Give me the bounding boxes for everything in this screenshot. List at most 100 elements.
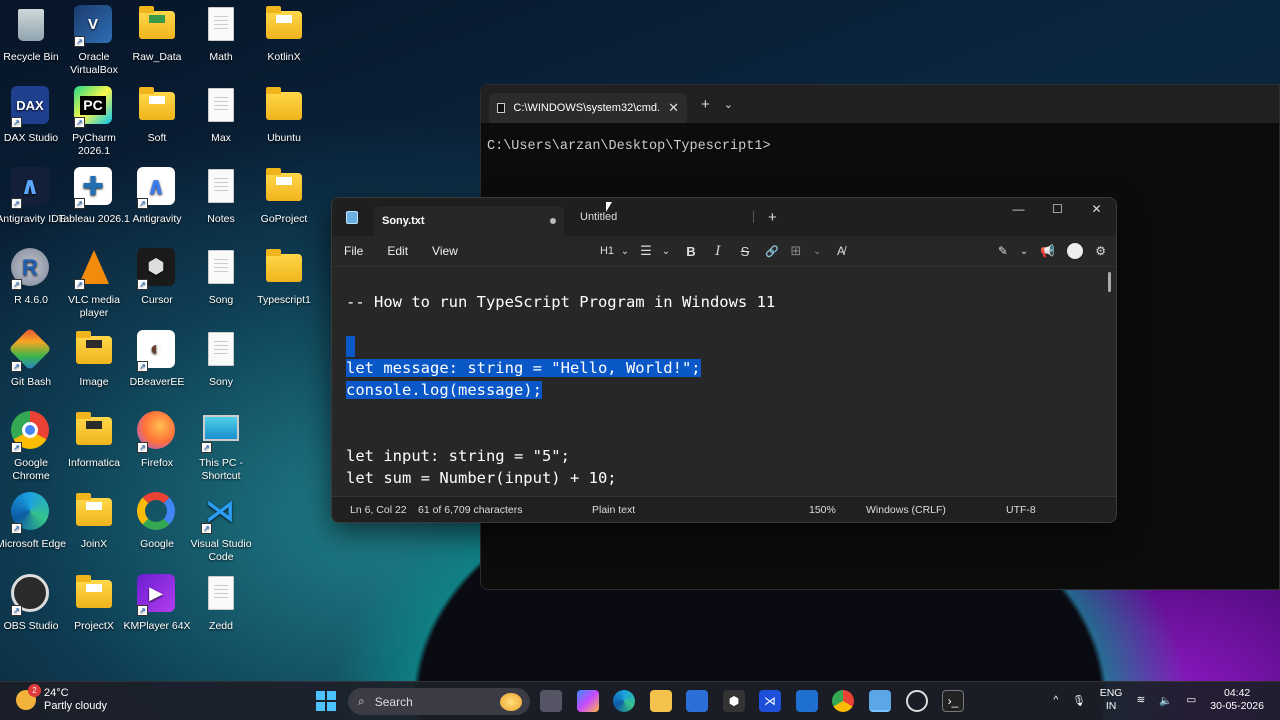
link-icon[interactable]: 🔗 bbox=[765, 240, 779, 262]
desktop-icon-typescript1[interactable]: Typescript1 bbox=[248, 248, 320, 324]
code-line-2: let message: string = "Hello, World!"; bbox=[346, 359, 701, 377]
weather-widget[interactable]: 2 24°C Partly cloudy bbox=[16, 684, 107, 713]
taskbar-search[interactable]: ⌕ Search bbox=[348, 688, 530, 715]
desktop-icon-zedd[interactable]: Zedd bbox=[185, 574, 257, 650]
desktop-icon-cursor[interactable]: ⬢ ↗ Cursor bbox=[121, 248, 193, 324]
desktop-icon-firefox[interactable]: ↗ Firefox bbox=[121, 411, 193, 487]
copilot-rewrite-icon[interactable]: ✎ bbox=[998, 244, 1008, 258]
desktop-icon-dbeaver[interactable]: ◐ ↗ DBeaverEE bbox=[121, 330, 193, 406]
tab-untitled[interactable]: Untitled bbox=[574, 211, 754, 223]
bold-icon[interactable]: B bbox=[671, 240, 711, 262]
desktop-icon-joinx[interactable]: JoinX bbox=[58, 492, 130, 568]
desktop-icon-ubuntu[interactable]: Ubuntu bbox=[248, 86, 320, 162]
wifi-icon[interactable]: ≋ bbox=[1136, 694, 1145, 706]
maximize-button[interactable]: ☐ bbox=[1038, 198, 1077, 220]
desktop-icon-pycharm[interactable]: PC ↗ PyCharm 2026.1 bbox=[58, 86, 130, 162]
desktop-icon-image[interactable]: Image bbox=[58, 330, 130, 406]
desktop-icon-tableau[interactable]: ✚ ↗ Tableau 2026.1 bbox=[58, 167, 130, 243]
desktop-icon-max[interactable]: Max bbox=[185, 86, 257, 162]
notepad-taskbar-icon[interactable] bbox=[869, 690, 891, 712]
weather-temperature: 24°C bbox=[44, 687, 69, 699]
desktop-icon-git-bash[interactable]: ↗ Git Bash bbox=[0, 327, 67, 406]
microphone-icon[interactable]: 🎙 bbox=[1072, 694, 1085, 707]
minimize-button[interactable]: — bbox=[999, 198, 1038, 220]
show-hidden-icons-chevron[interactable]: ^ bbox=[1053, 694, 1058, 706]
desktop-icon-dax-studio[interactable]: DAX ↗ DAX Studio bbox=[0, 86, 67, 162]
desktop-icon-oracle-virtualbox[interactable]: V ↗ Oracle VirtualBox bbox=[58, 5, 130, 81]
vlc-icon: ↗ bbox=[74, 248, 114, 290]
list-icon[interactable]: ☰ bbox=[631, 240, 661, 262]
obs-taskbar-icon[interactable] bbox=[906, 690, 928, 712]
store-icon[interactable] bbox=[686, 690, 708, 712]
desktop-icon-vlc[interactable]: ↗ VLC media player bbox=[58, 248, 130, 324]
folder-icon bbox=[74, 492, 114, 532]
battery-icon[interactable]: ▭ bbox=[1186, 694, 1196, 706]
desktop-icon-vscode[interactable]: ⋊ ↗ Visual Studio Code bbox=[185, 492, 257, 568]
chevron-down-icon[interactable]: ⌄ bbox=[724, 98, 733, 111]
desktop-icon-obs-studio[interactable]: ↗ OBS Studio bbox=[0, 574, 67, 650]
new-tab-button[interactable]: + bbox=[768, 209, 777, 226]
terminal-taskbar-icon[interactable]: ›_ bbox=[942, 690, 964, 712]
desktop-icon-google-chrome[interactable]: ↗ Google Chrome bbox=[0, 411, 67, 487]
gear-icon[interactable]: ⚙ bbox=[1095, 244, 1106, 258]
file-explorer-icon[interactable] bbox=[650, 690, 672, 712]
window-controls: — ☐ ✕ bbox=[999, 198, 1116, 220]
edge-taskbar-icon[interactable] bbox=[613, 690, 635, 712]
desktop-icon-song[interactable]: Song bbox=[185, 248, 257, 324]
chrome-taskbar-icon[interactable] bbox=[832, 690, 854, 712]
desktop-icon-goproject[interactable]: GoProject bbox=[248, 167, 320, 243]
desktop-icon-antigravity[interactable]: ∧ ↗ Antigravity bbox=[121, 167, 193, 243]
strikethrough-icon[interactable]: S bbox=[725, 240, 765, 262]
desktop-icon-microsoft-edge[interactable]: ↗ Microsoft Edge bbox=[0, 492, 67, 568]
close-tab-icon[interactable]: ✕ bbox=[668, 100, 679, 116]
desktop-icon-r[interactable]: R ↗ R 4.6.0 bbox=[0, 248, 67, 324]
antigravity-icon: ∧ ↗ bbox=[137, 167, 177, 209]
menu-file[interactable]: File bbox=[344, 244, 363, 258]
desktop-icon-google[interactable]: Google bbox=[121, 492, 193, 568]
chevron-down-icon[interactable]: ⌄ bbox=[813, 240, 821, 262]
desktop-icon-sony[interactable]: Sony bbox=[185, 330, 257, 406]
heading-button[interactable]: H1 bbox=[595, 240, 619, 262]
desktop-icon-recycle-bin[interactable]: Recycle Bin bbox=[0, 5, 67, 81]
copilot-icon[interactable] bbox=[577, 690, 599, 712]
desktop-icon-math[interactable]: Math bbox=[185, 5, 257, 81]
terminal-prompt[interactable]: C:\Users\arzan\Desktop\Typescript1> bbox=[487, 139, 771, 154]
zoom-level[interactable]: 150% bbox=[809, 504, 836, 516]
desktop-icon-soft[interactable]: Soft bbox=[121, 86, 193, 162]
tab-sony-txt[interactable]: Sony.txt bbox=[374, 206, 564, 236]
editor-area[interactable]: -- How to run TypeScript Program in Wind… bbox=[332, 266, 1116, 496]
chevron-down-icon[interactable]: ⌄ bbox=[1020, 246, 1028, 257]
desktop-icon-antigravity-ide[interactable]: ∧ ↗ Antigravity IDE bbox=[0, 167, 67, 243]
volume-icon[interactable]: 🔈 bbox=[1159, 694, 1172, 707]
new-tab-button[interactable]: + bbox=[701, 96, 710, 113]
folder-icon bbox=[74, 574, 114, 614]
vertical-scrollbar[interactable] bbox=[1108, 272, 1111, 292]
desktop-icon-notes[interactable]: Notes bbox=[185, 167, 257, 243]
italic-icon[interactable]: I bbox=[711, 240, 725, 262]
close-button[interactable]: ✕ bbox=[1077, 198, 1116, 220]
desktop-icon-kotlinx[interactable]: KotlinX bbox=[248, 5, 320, 81]
desktop-icon-raw-data[interactable]: Raw_Data bbox=[121, 5, 193, 81]
chevron-down-icon[interactable]: ⌄ bbox=[619, 240, 631, 262]
desktop-icon-kmplayer[interactable]: ▶ ↗ KMPlayer 64X bbox=[121, 574, 193, 650]
language-indicator[interactable]: ENG IN bbox=[1100, 687, 1123, 713]
outlook-icon[interactable] bbox=[796, 690, 818, 712]
clear-formatting-icon[interactable]: A̸ bbox=[821, 240, 861, 262]
task-view-icon[interactable] bbox=[540, 690, 562, 712]
table-icon[interactable]: ⊞ bbox=[779, 240, 813, 262]
terminal-tab[interactable]: C:\WINDOWS\system32\cmd. ✕ bbox=[489, 93, 687, 123]
avatar[interactable] bbox=[1067, 243, 1084, 259]
clock[interactable]: 04:42 30-05-2026 bbox=[1210, 687, 1264, 713]
menu-view[interactable]: View bbox=[432, 244, 458, 258]
megaphone-icon[interactable]: 📢 bbox=[1040, 244, 1055, 258]
menu-edit[interactable]: Edit bbox=[387, 244, 408, 258]
vscode-taskbar-icon[interactable]: ⋊ bbox=[759, 690, 781, 712]
desktop-icon-this-pc[interactable]: ↗ This PC - Shortcut bbox=[185, 411, 257, 487]
desktop-icon-informatica[interactable]: Informatica bbox=[58, 411, 130, 487]
chevron-down-icon[interactable]: ⌄ bbox=[661, 240, 671, 262]
cube-app-icon[interactable]: ⬢ bbox=[723, 690, 745, 712]
start-button[interactable] bbox=[315, 690, 337, 712]
notepad-window[interactable]: Sony.txt Untitled + — ☐ ✕ File Edit View… bbox=[331, 197, 1117, 523]
search-icon: ⌕ bbox=[358, 694, 365, 708]
desktop-icon-projectx[interactable]: ProjectX bbox=[58, 574, 130, 650]
